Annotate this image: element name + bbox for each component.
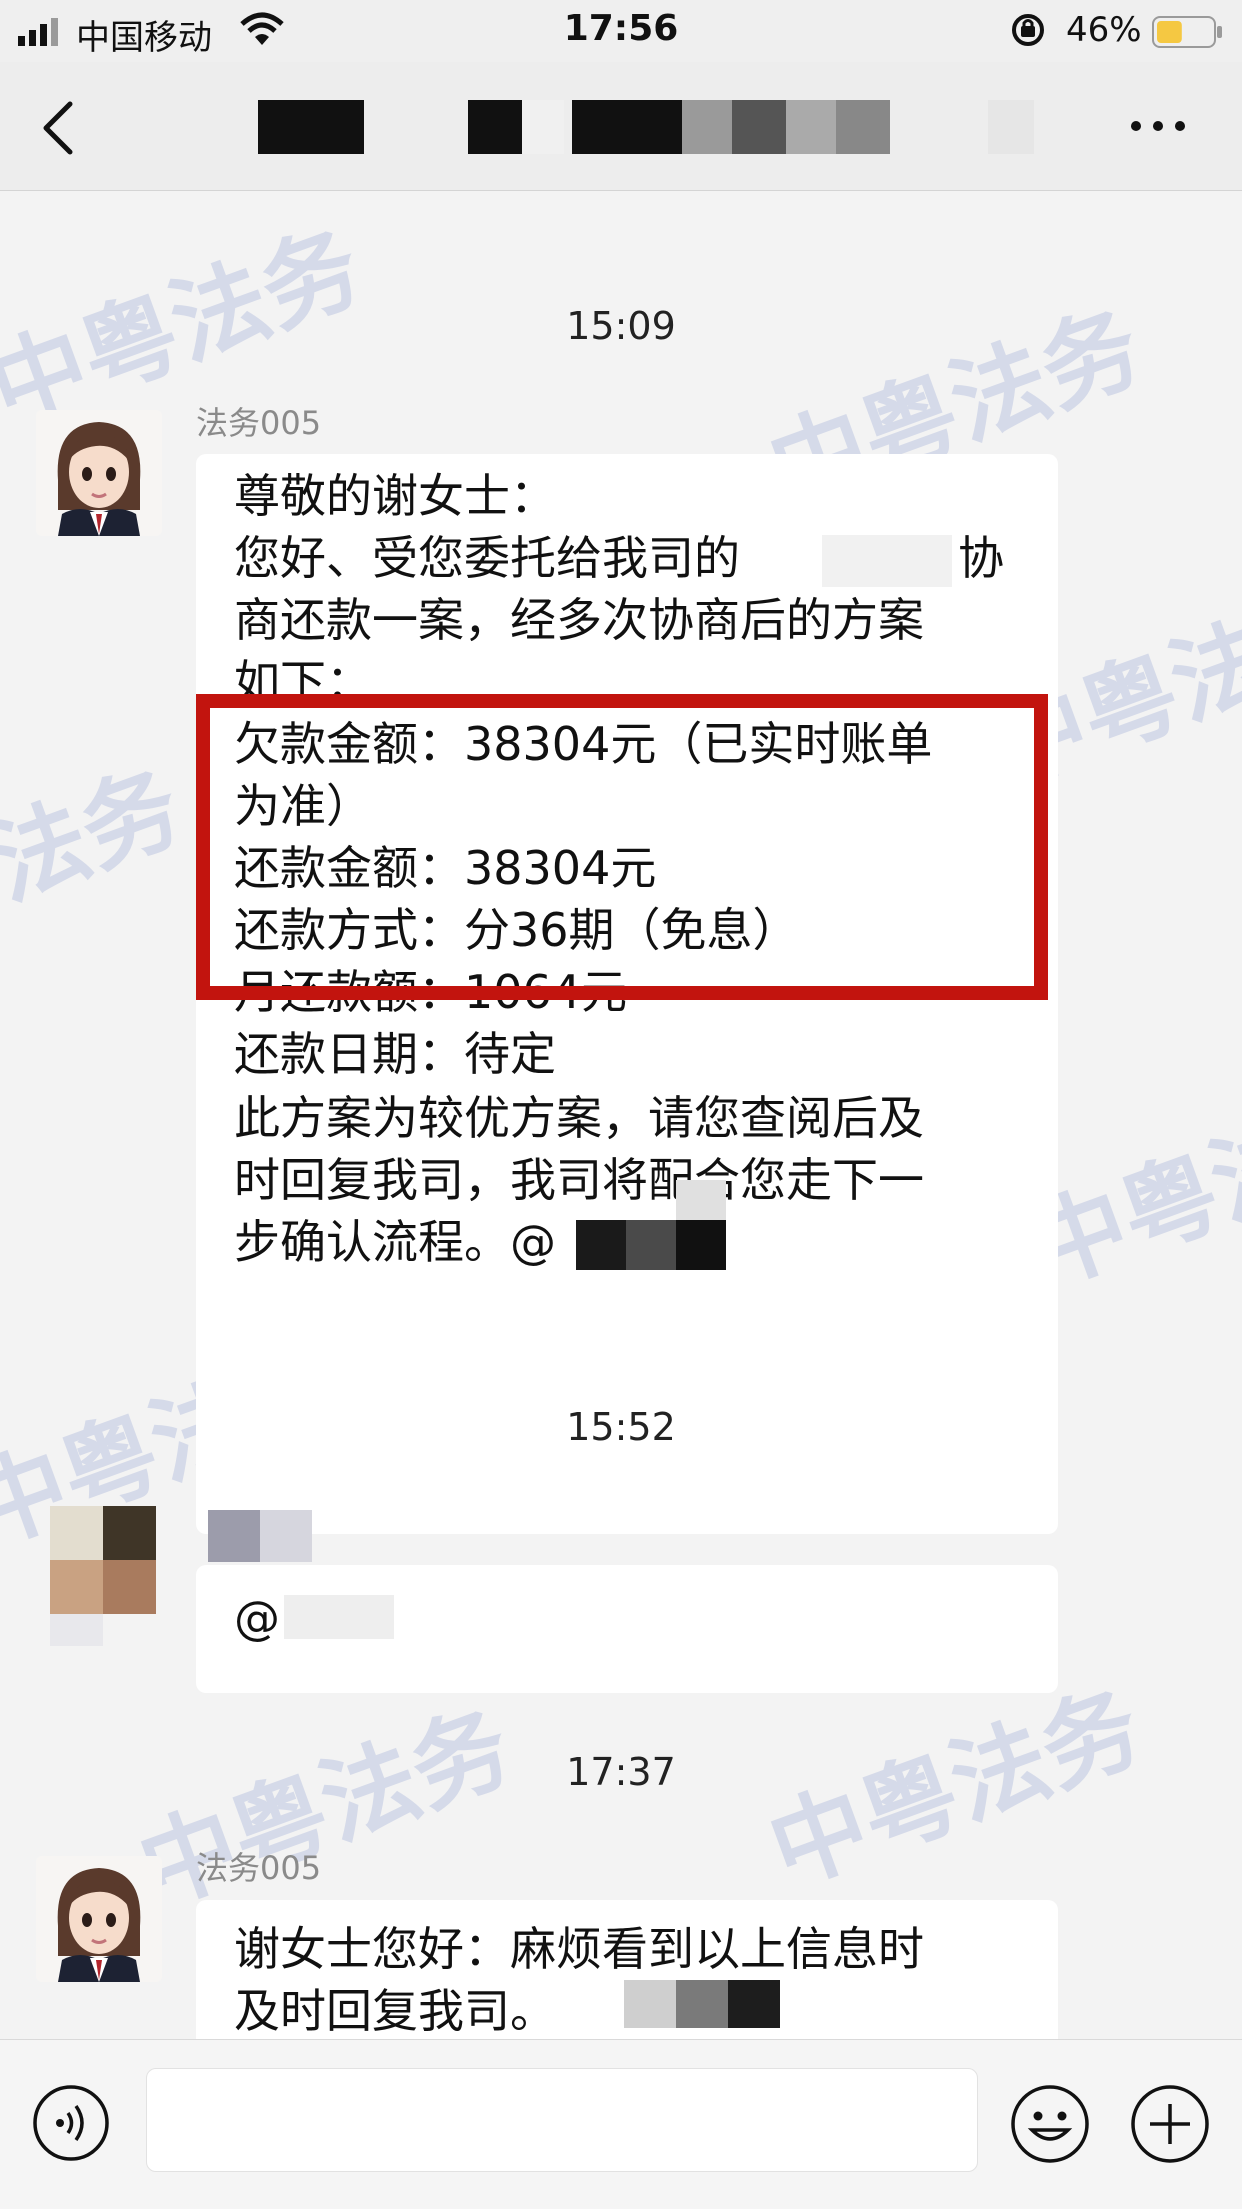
message-bubble[interactable]: 谢女士您好：麻烦看到以上信息时 及时回复我司。 [196,1900,1058,2039]
avatar[interactable] [36,410,162,536]
rotation-lock-icon [1012,14,1044,46]
message-line: 及时回复我司。 [234,1984,556,2038]
nav-bar [0,62,1242,191]
message-line: 协 [958,531,1004,585]
message-timestamp: 15:09 [566,304,676,348]
message-line: 您好、受您委托给我司的 [234,531,740,585]
message-line: 还款日期：待定 [234,1027,556,1081]
battery-percent: 46% [1066,10,1142,50]
message-line: 步确认流程。@ [234,1215,556,1269]
message-line: 此方案为较优方案，请您查阅后及 [234,1091,924,1145]
sender-name: 法务005 [196,1849,322,1887]
redacted-mosaic [284,1595,394,1639]
input-bar [0,2039,1242,2209]
redacted-mosaic [624,1980,780,2028]
message-line: 谢女士您好：麻烦看到以上信息时 [234,1922,924,1976]
redacted-avatar[interactable] [50,1506,156,1646]
clock: 17:56 [563,8,679,49]
message-line: @ [234,1591,280,1645]
watermark: 中粤法务 [125,1690,525,1927]
redacted-mosaic [822,535,952,587]
message-timestamp: 17:37 [566,1750,676,1794]
sender-name: 法务005 [196,404,322,442]
avatar[interactable] [36,1856,162,1982]
highlight-box [196,694,1048,1000]
redacted-sender-name [208,1510,312,1562]
status-bar: 中国移动 17:56 46% [0,0,1242,62]
redacted-mosaic [576,1180,726,1270]
watermark: 中粤法务 [0,750,195,987]
message-line: 商还款一案，经多次协商后的方案 [234,593,924,647]
more-options-icon[interactable] [1128,116,1188,136]
lawyer-avatar-icon [36,1856,162,1982]
message-bubble[interactable]: @ [196,1565,1058,1693]
plus-icon[interactable] [1130,2084,1210,2164]
message-line: 尊敬的谢女士： [234,469,556,523]
voice-icon[interactable] [32,2084,110,2162]
emoji-icon[interactable] [1010,2084,1090,2164]
chat-area[interactable]: 中粤法务 中粤法务 中粤法务 中粤法务 中粤法务 中粤法务 中粤法务 中粤法务 … [0,191,1242,2039]
chat-title-redacted [258,100,1038,154]
message-timestamp: 15:52 [566,1405,676,1449]
back-chevron-icon[interactable] [38,100,78,156]
message-line: 时回复我司，我司将配合您走下一 [234,1153,924,1207]
message-input[interactable] [146,2068,978,2172]
lawyer-avatar-icon [36,410,162,536]
battery-icon [1152,16,1222,48]
